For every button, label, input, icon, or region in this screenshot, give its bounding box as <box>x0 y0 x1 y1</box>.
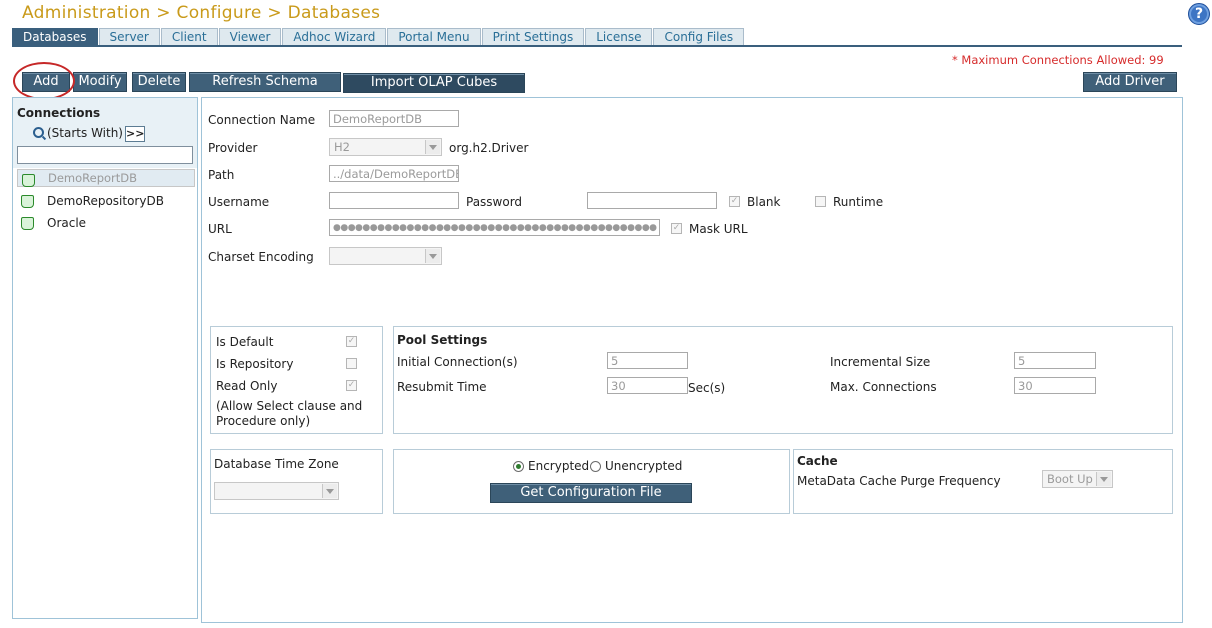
is-default-label: Is Default <box>216 335 274 349</box>
initial-connections-label: Initial Connection(s) <box>397 355 518 369</box>
database-icon <box>21 195 34 208</box>
chevron-down-icon <box>425 140 440 154</box>
delete-button[interactable]: Delete <box>132 72 186 92</box>
provider-select[interactable]: H2 <box>329 138 442 156</box>
get-configuration-file-button[interactable]: Get Configuration File <box>490 483 692 503</box>
modify-button[interactable]: Modify <box>73 72 127 92</box>
connections-title: Connections <box>17 106 101 120</box>
tab-license[interactable]: License <box>585 28 653 46</box>
connections-panel: Connections (Starts With) >> DemoReportD… <box>12 97 198 619</box>
cache-title: Cache <box>797 454 838 468</box>
config-file-box <box>393 449 790 514</box>
resubmit-time-label: Resubmit Time <box>397 380 487 394</box>
mask-url-checkbox[interactable]: ✓ <box>671 223 682 234</box>
blank-label: Blank <box>747 195 781 209</box>
runtime-label: Runtime <box>833 195 884 209</box>
is-repository-checkbox[interactable] <box>346 358 357 369</box>
refresh-schema-button[interactable]: Refresh Schema <box>189 72 341 92</box>
provider-driver-text: org.h2.Driver <box>449 141 529 155</box>
url-input[interactable]: ●●●●●●●●●●●●●●●●●●●●●●●●●●●●●●●●●●●●●●●●… <box>329 219 660 236</box>
provider-value: H2 <box>334 140 350 154</box>
incremental-size-input[interactable]: 5 <box>1014 352 1096 369</box>
connection-search-input[interactable] <box>17 146 193 164</box>
database-icon <box>22 174 35 187</box>
chevron-down-icon <box>425 249 440 263</box>
add-driver-button[interactable]: Add Driver <box>1083 72 1177 92</box>
password-input[interactable] <box>587 192 717 209</box>
database-icon <box>21 217 34 230</box>
provider-label: Provider <box>208 141 258 155</box>
runtime-checkbox[interactable] <box>815 196 826 207</box>
is-repository-label: Is Repository <box>216 357 294 371</box>
purge-frequency-select[interactable]: Boot Up <box>1042 470 1113 488</box>
filter-label: (Starts With) <box>47 126 123 140</box>
resubmit-unit: Sec(s) <box>688 381 726 395</box>
blank-checkbox[interactable]: ✓ <box>729 196 740 207</box>
password-label: Password <box>466 195 523 209</box>
unencrypted-label: Unencrypted <box>605 459 683 473</box>
connection-label: Oracle <box>47 216 87 230</box>
page-title: Administration > Configure > Databases <box>22 3 381 23</box>
tab-client[interactable]: Client <box>160 28 218 46</box>
tab-portal-menu[interactable]: Portal Menu <box>387 28 481 46</box>
initial-connections-input[interactable]: 5 <box>607 352 688 369</box>
connection-item-demorepositorydb[interactable]: DemoRepositoryDB <box>17 191 195 211</box>
connection-label: DemoRepositoryDB <box>47 194 164 208</box>
url-label: URL <box>208 222 232 236</box>
chevron-down-icon <box>322 484 337 498</box>
read-only-note: (Allow Select clause and Procedure only) <box>216 399 363 428</box>
tab-config-files[interactable]: Config Files <box>653 28 745 46</box>
incremental-size-label: Incremental Size <box>830 355 931 369</box>
is-default-checkbox[interactable]: ✓ <box>346 336 357 347</box>
search-icon <box>33 127 44 138</box>
connections-header: Connections (Starts With) >> <box>13 98 197 168</box>
read-only-label: Read Only <box>216 379 278 393</box>
tab-adhoc-wizard[interactable]: Adhoc Wizard <box>282 28 387 46</box>
username-label: Username <box>208 195 270 209</box>
max-connections-input[interactable]: 30 <box>1014 377 1096 394</box>
path-label: Path <box>208 168 235 182</box>
tab-viewer[interactable]: Viewer <box>218 28 282 46</box>
connection-name-label: Connection Name <box>208 113 316 127</box>
connection-name-input[interactable]: DemoReportDB <box>329 110 459 127</box>
max-connections-label: Max. Connections <box>830 380 937 394</box>
import-olap-cubes-button[interactable]: Import OLAP Cubes <box>343 73 525 93</box>
encrypted-label: Encrypted <box>528 459 590 473</box>
encrypted-radio[interactable] <box>513 461 524 472</box>
connection-label: DemoReportDB <box>48 171 138 185</box>
unencrypted-radio[interactable] <box>590 461 601 472</box>
tab-databases[interactable]: Databases <box>12 28 98 46</box>
chevron-down-icon <box>1096 472 1111 486</box>
username-input[interactable] <box>329 192 459 209</box>
connection-item-demoreportdb[interactable]: DemoReportDB <box>17 169 195 187</box>
timezone-select[interactable] <box>214 482 339 500</box>
resubmit-time-input[interactable]: 30 <box>607 377 688 394</box>
highlight-circle <box>13 62 75 100</box>
help-icon[interactable]: ? <box>1188 3 1210 25</box>
charset-select[interactable] <box>329 247 442 265</box>
mask-url-label: Mask URL <box>689 222 748 236</box>
purge-frequency-value: Boot Up <box>1047 472 1093 486</box>
tab-underline <box>12 45 1182 47</box>
tab-server[interactable]: Server <box>98 28 160 46</box>
purge-frequency-label: MetaData Cache Purge Frequency <box>797 474 1001 488</box>
filter-go-button[interactable]: >> <box>125 126 145 142</box>
connection-item-oracle[interactable]: Oracle <box>17 213 195 233</box>
tab-print-settings[interactable]: Print Settings <box>481 28 585 46</box>
read-only-checkbox[interactable]: ✓ <box>346 380 357 391</box>
max-connections-notice: * Maximum Connections Allowed: 99 <box>952 53 1164 67</box>
timezone-label: Database Time Zone <box>214 457 339 471</box>
pool-settings-title: Pool Settings <box>397 333 488 347</box>
path-input[interactable]: ../data/DemoReportDB <box>329 165 459 182</box>
charset-label: Charset Encoding <box>208 250 314 264</box>
tab-bar: Databases Server Client Viewer Adhoc Wiz… <box>12 28 745 46</box>
